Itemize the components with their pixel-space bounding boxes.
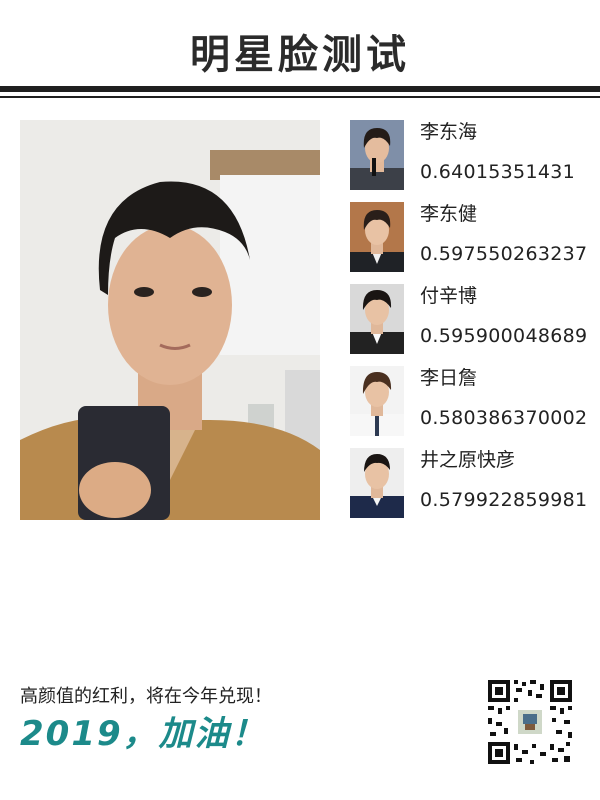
- selfie-image: [20, 120, 320, 520]
- similarity-score: 0.64015351431: [420, 161, 575, 183]
- page: 明星脸测试 李东海 0.64015351431 李东健 0.5975502632…: [0, 0, 600, 800]
- celebrity-photo: [350, 366, 404, 436]
- similarity-score: 0.597550263237: [420, 243, 588, 265]
- header-divider: [0, 86, 600, 92]
- similarity-score: 0.580386370002: [420, 407, 588, 429]
- footer-slogan: 高颜值的红利，将在今年兑现！: [20, 686, 272, 707]
- list-item[interactable]: 李日詹 0.580386370002: [350, 366, 590, 438]
- list-item[interactable]: 井之原快彦 0.579922859981: [350, 448, 590, 520]
- list-item[interactable]: 李东健 0.597550263237: [350, 202, 590, 274]
- qr-code-image: [486, 678, 574, 766]
- celebrity-photo: [350, 448, 404, 518]
- header-divider-thin: [0, 96, 600, 98]
- celebrity-photo: [350, 120, 404, 190]
- footer-cheer: 2019，加油！: [20, 714, 267, 754]
- celebrity-photo: [350, 202, 404, 272]
- celebrity-name: 李东海: [420, 121, 478, 143]
- qr-code-icon[interactable]: [486, 678, 574, 766]
- similarity-score: 0.579922859981: [420, 489, 588, 511]
- uploaded-selfie-photo: [20, 120, 320, 520]
- similarity-score: 0.595900048689: [420, 325, 588, 347]
- page-title: 明星脸测试: [190, 32, 410, 78]
- celebrity-name: 李东健: [420, 203, 478, 225]
- celebrity-name: 李日詹: [420, 367, 478, 389]
- celebrity-photo: [350, 284, 404, 354]
- list-item[interactable]: 李东海 0.64015351431: [350, 120, 590, 192]
- celebrity-name: 付辛博: [420, 285, 478, 307]
- celebrity-name: 井之原快彦: [420, 449, 516, 471]
- list-item[interactable]: 付辛博 0.595900048689: [350, 284, 590, 356]
